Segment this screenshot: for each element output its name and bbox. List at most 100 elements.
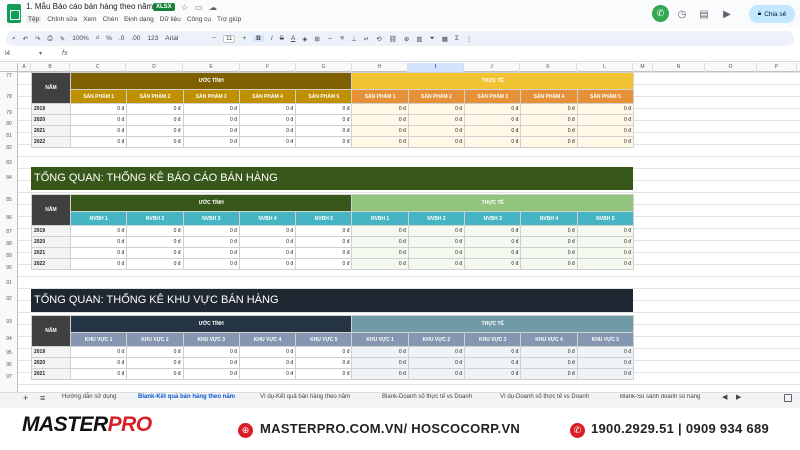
value-cell[interactable]: 0 đ <box>238 125 297 137</box>
font-select[interactable]: Arial <box>165 35 205 42</box>
row-header[interactable]: 81 <box>0 133 18 139</box>
comment-icon[interactable]: ▤ <box>694 4 714 24</box>
more-icon[interactable]: ⋮ <box>466 35 473 43</box>
menu-tools[interactable]: Công cụ <box>187 16 211 23</box>
formula-bar[interactable] <box>0 49 800 62</box>
value-cell[interactable]: 0 đ <box>126 346 184 358</box>
value-cell[interactable]: 0 đ <box>238 114 297 126</box>
column-header-e[interactable]: E <box>183 63 240 72</box>
value-cell[interactable]: 0 đ <box>351 136 409 148</box>
menu-view[interactable]: Xem <box>83 16 96 23</box>
paint-format-icon[interactable]: ✎ <box>60 35 65 43</box>
value-cell[interactable]: 0 đ <box>351 258 409 270</box>
value-cell[interactable]: 0 đ <box>295 236 353 248</box>
value-cell[interactable]: 0 đ <box>351 125 409 137</box>
value-cell[interactable]: 0 đ <box>407 346 466 358</box>
column-header-a[interactable]: A <box>18 63 31 72</box>
year-cell[interactable]: 2020 <box>31 357 71 369</box>
font-size-input[interactable]: 11 <box>223 34 236 43</box>
column-header-i[interactable]: I <box>408 63 464 72</box>
value-cell[interactable]: 0 đ <box>407 258 466 270</box>
sheets-logo-icon[interactable] <box>7 4 21 23</box>
chat-icon[interactable]: ✆ <box>652 5 669 22</box>
percent-button[interactable]: % <box>106 35 112 42</box>
column-header-b[interactable]: B <box>31 63 70 72</box>
value-cell[interactable]: 0 đ <box>182 114 240 126</box>
value-cell[interactable]: 0 đ <box>351 247 409 259</box>
value-cell[interactable]: 0 đ <box>69 368 128 380</box>
value-cell[interactable]: 0 đ <box>520 258 578 270</box>
value-cell[interactable]: 0 đ <box>520 103 578 115</box>
value-cell[interactable]: 0 đ <box>407 236 466 248</box>
value-cell[interactable]: 0 đ <box>464 136 522 148</box>
font-size-minus[interactable]: − <box>212 35 216 42</box>
value-cell[interactable]: 0 đ <box>576 247 634 259</box>
value-cell[interactable]: 0 đ <box>520 368 578 380</box>
menu-insert[interactable]: Chèn <box>103 16 119 23</box>
column-header-p[interactable]: P <box>757 63 797 72</box>
history-icon[interactable]: ◷ <box>672 4 692 24</box>
value-cell[interactable]: 0 đ <box>295 258 353 270</box>
value-cell[interactable]: 0 đ <box>182 103 240 115</box>
valign-icon[interactable]: ⊥ <box>351 35 357 43</box>
value-cell[interactable]: 0 đ <box>351 236 409 248</box>
value-cell[interactable]: 0 đ <box>295 125 353 137</box>
value-cell[interactable]: 0 đ <box>182 236 240 248</box>
row-header[interactable]: 88 <box>0 241 18 247</box>
value-cell[interactable]: 0 đ <box>464 114 522 126</box>
value-cell[interactable]: 0 đ <box>126 136 184 148</box>
value-cell[interactable]: 0 đ <box>407 368 466 380</box>
value-cell[interactable]: 0 đ <box>576 368 634 380</box>
value-cell[interactable]: 0 đ <box>69 247 128 259</box>
row-header[interactable]: 79 <box>0 110 18 116</box>
value-cell[interactable]: 0 đ <box>464 258 522 270</box>
value-cell[interactable]: 0 đ <box>576 114 634 126</box>
value-cell[interactable]: 0 đ <box>238 225 297 237</box>
value-cell[interactable]: 0 đ <box>126 247 184 259</box>
value-cell[interactable]: 0 đ <box>464 247 522 259</box>
value-cell[interactable]: 0 đ <box>238 368 297 380</box>
value-cell[interactable]: 0 đ <box>576 125 634 137</box>
value-cell[interactable]: 0 đ <box>295 346 353 358</box>
value-cell[interactable]: 0 đ <box>126 125 184 137</box>
value-cell[interactable]: 0 đ <box>576 236 634 248</box>
text-color-button[interactable]: A <box>291 35 295 42</box>
undo-icon[interactable]: ↶ <box>23 35 28 43</box>
value-cell[interactable]: 0 đ <box>520 136 578 148</box>
value-cell[interactable]: 0 đ <box>351 368 409 380</box>
value-cell[interactable]: 0 đ <box>351 103 409 115</box>
value-cell[interactable]: 0 đ <box>576 346 634 358</box>
value-cell[interactable]: 0 đ <box>69 103 128 115</box>
row-header[interactable]: 86 <box>0 215 18 221</box>
row-header[interactable]: 91 <box>0 280 18 286</box>
value-cell[interactable]: 0 đ <box>407 125 466 137</box>
value-cell[interactable]: 0 đ <box>464 236 522 248</box>
year-cell[interactable]: 2022 <box>31 258 71 270</box>
sheet-tab-blank-actual[interactable]: Blank-Doanh số thực tế vs Doanh <box>382 394 472 400</box>
value-cell[interactable]: 0 đ <box>576 357 634 369</box>
value-cell[interactable]: 0 đ <box>407 114 466 126</box>
value-cell[interactable]: 0 đ <box>351 346 409 358</box>
value-cell[interactable]: 0 đ <box>69 136 128 148</box>
value-cell[interactable]: 0 đ <box>238 247 297 259</box>
column-header-h[interactable]: H <box>352 63 408 72</box>
value-cell[interactable]: 0 đ <box>69 225 128 237</box>
year-cell[interactable]: 2019 <box>31 225 71 237</box>
value-cell[interactable]: 0 đ <box>69 125 128 137</box>
value-cell[interactable]: 0 đ <box>520 346 578 358</box>
year-cell[interactable]: 2022 <box>31 136 71 148</box>
link-icon[interactable]: ⛓ <box>389 35 397 43</box>
align-left-icon[interactable]: ≡ <box>340 35 344 42</box>
row-header[interactable]: 95 <box>0 350 18 356</box>
menu-data[interactable]: Dữ liệu <box>160 16 181 23</box>
value-cell[interactable]: 0 đ <box>576 103 634 115</box>
column-header-m[interactable]: M <box>633 63 653 72</box>
currency-icon[interactable]: ₫ <box>96 35 99 42</box>
value-cell[interactable]: 0 đ <box>295 103 353 115</box>
row-header[interactable]: 83 <box>0 160 18 166</box>
star-icon[interactable]: ☆ <box>181 3 188 12</box>
column-header-k[interactable]: K <box>520 63 577 72</box>
value-cell[interactable]: 0 đ <box>520 125 578 137</box>
wrap-icon[interactable]: ↵ <box>364 35 369 43</box>
menu-format[interactable]: Định dạng <box>124 16 154 23</box>
